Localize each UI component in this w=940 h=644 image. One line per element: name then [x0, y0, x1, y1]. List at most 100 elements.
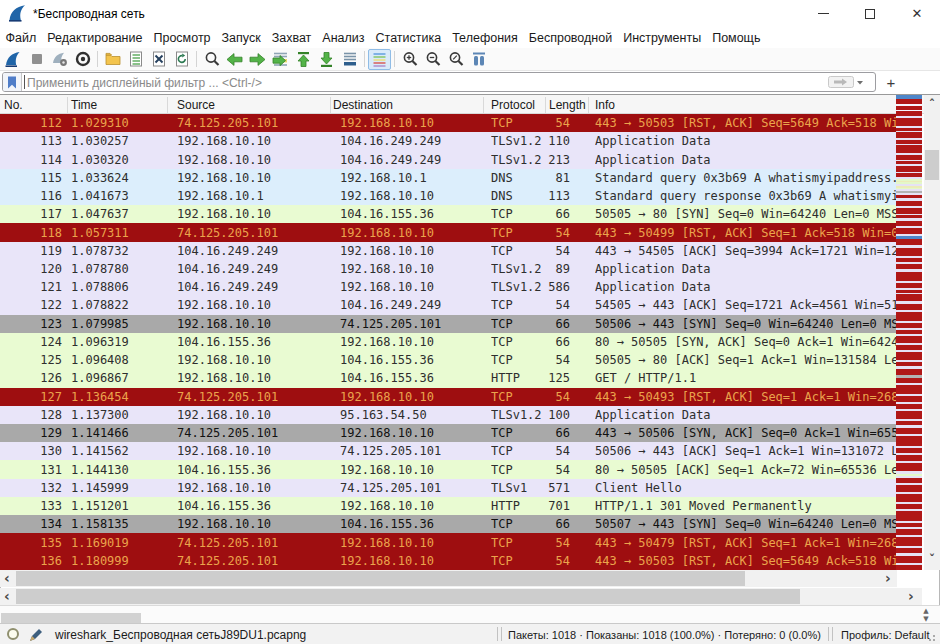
scroll-up-icon[interactable]: ˆ — [924, 98, 940, 112]
resize-columns-icon[interactable] — [467, 49, 490, 70]
zoom-reset-icon[interactable] — [444, 49, 467, 70]
packet-time: 1.151201 — [71, 499, 129, 513]
column-divider[interactable] — [588, 97, 589, 113]
packet-row[interactable]: 1161.041673192.168.10.1192.168.10.10DNS1… — [0, 187, 896, 205]
close-file-icon[interactable] — [147, 49, 170, 70]
column-divider[interactable] — [167, 97, 168, 113]
packet-row[interactable]: 1211.078806104.16.249.249192.168.10.10TL… — [0, 278, 896, 296]
filter-bookmark-button[interactable] — [3, 73, 22, 91]
stop-capture-icon[interactable] — [25, 49, 48, 70]
packet-row[interactable]: 1351.16901974.125.205.101192.168.10.10TC… — [0, 533, 896, 551]
packet-row[interactable]: 1331.151201104.16.155.36192.168.10.10HTT… — [0, 497, 896, 515]
menu-wireless[interactable]: Беспроводной — [523, 29, 617, 47]
detail-pane-hscrollbar[interactable]: ‹ › — [0, 588, 922, 605]
vertical-scrollbar[interactable]: ˆ ˇ — [924, 95, 940, 570]
tiny-scroll-arrows[interactable]: ▲▼ — [919, 607, 933, 623]
menu-file[interactable]: Файл — [0, 29, 42, 47]
packet-row[interactable]: 1191.078732104.16.249.249192.168.10.10TC… — [0, 242, 896, 260]
packet-row[interactable]: 1251.096408192.168.10.10104.16.155.36TCP… — [0, 351, 896, 369]
find-packet-icon[interactable] — [200, 49, 223, 70]
menu-analyze[interactable]: Анализ — [317, 29, 370, 47]
packet-proto: HTTP — [491, 371, 520, 385]
scroll-down-icon[interactable]: ˇ — [924, 553, 940, 567]
capture-comment-icon[interactable] — [29, 628, 43, 642]
scroll-right-icon[interactable]: › — [881, 571, 895, 586]
packet-row[interactable]: 1341.158135192.168.10.10104.16.155.36TCP… — [0, 515, 896, 533]
column-header-no[interactable]: No. — [4, 98, 23, 112]
capture-filters-icon[interactable] — [71, 49, 94, 70]
save-file-icon[interactable] — [124, 49, 147, 70]
column-header-source[interactable]: Source — [177, 98, 215, 112]
go-forward-icon[interactable] — [246, 49, 269, 70]
packet-row[interactable]: 1261.096867192.168.10.10104.16.155.36HTT… — [0, 369, 896, 387]
scroll-right-icon[interactable]: › — [904, 589, 918, 604]
column-divider[interactable] — [483, 97, 484, 113]
column-divider[interactable] — [67, 97, 68, 113]
menu-view[interactable]: Просмотр — [148, 29, 216, 47]
apply-filter-button[interactable] — [828, 75, 872, 89]
scroll-left-icon[interactable]: ‹ — [0, 589, 14, 604]
column-header-info[interactable]: Info — [595, 98, 615, 112]
go-first-icon[interactable] — [292, 49, 315, 70]
close-button[interactable]: ✕ — [894, 0, 940, 27]
packet-row[interactable]: 1301.141562192.168.10.1074.125.205.101TC… — [0, 442, 896, 460]
bytes-scrollbar-thumb[interactable] — [1, 613, 141, 623]
packet-row[interactable]: 1271.13645474.125.205.101192.168.10.10TC… — [0, 388, 896, 406]
packet-row[interactable]: 1171.047637192.168.10.10104.16.155.36TCP… — [0, 205, 896, 223]
capture-options-icon[interactable] — [48, 49, 71, 70]
packet-row[interactable]: 1361.18099974.125.205.101192.168.10.10TC… — [0, 552, 896, 570]
maximize-button[interactable] — [847, 0, 893, 27]
packet-proto: TCP — [491, 353, 513, 367]
packet-row[interactable]: 1151.033624192.168.10.10192.168.10.1DNS8… — [0, 169, 896, 187]
capture-filename[interactable]: wireshark_Беспроводная сетьJ89DU1.pcapng — [55, 628, 306, 642]
menu-capture[interactable]: Захват — [266, 29, 317, 47]
add-filter-button[interactable]: + — [882, 72, 900, 92]
packet-row[interactable]: 1141.030320192.168.10.10104.16.249.249TL… — [0, 150, 896, 168]
hscrollbar-thumb[interactable] — [16, 589, 800, 604]
go-to-packet-icon[interactable] — [269, 49, 292, 70]
resize-grip[interactable] — [928, 632, 938, 642]
menu-telephony[interactable]: Телефония — [447, 29, 524, 47]
packet-row[interactable]: 1321.145999192.168.10.1074.125.205.101TL… — [0, 479, 896, 497]
hscrollbar-thumb[interactable] — [16, 571, 745, 586]
auto-scroll-icon[interactable] — [338, 49, 361, 70]
bytes-pane-scrollbar[interactable]: ▲▼ — [0, 605, 940, 623]
packet-row[interactable]: 1241.096319104.16.155.36192.168.10.10TCP… — [0, 333, 896, 351]
column-header-length[interactable]: Length — [549, 98, 586, 112]
packet-minimap[interactable] — [896, 95, 922, 570]
packet-row[interactable]: 1181.05731174.125.205.101192.168.10.10TC… — [0, 223, 896, 241]
open-file-icon[interactable] — [101, 49, 124, 70]
menu-go[interactable]: Запуск — [216, 29, 266, 47]
go-back-icon[interactable] — [223, 49, 246, 70]
packet-row[interactable]: 1221.078822192.168.10.10104.16.249.249TC… — [0, 296, 896, 314]
column-divider[interactable] — [545, 97, 546, 113]
scroll-left-icon[interactable]: ‹ — [0, 571, 14, 586]
start-capture-icon[interactable] — [2, 49, 25, 70]
zoom-in-icon[interactable] — [398, 49, 421, 70]
menu-tools[interactable]: Инструменты — [618, 29, 707, 47]
menu-help[interactable]: Помощь — [707, 29, 766, 47]
menu-statistics[interactable]: Статистика — [370, 29, 447, 47]
packet-row[interactable]: 1291.14146674.125.205.101192.168.10.10TC… — [0, 424, 896, 442]
expert-info-icon[interactable] — [7, 628, 19, 640]
reload-file-icon[interactable] — [170, 49, 193, 70]
colorize-icon[interactable] — [368, 49, 391, 70]
column-header-time[interactable]: Time — [71, 98, 97, 112]
column-header-protocol[interactable]: Protocol — [491, 98, 535, 112]
minimize-button[interactable] — [800, 0, 846, 27]
go-last-icon[interactable] — [315, 49, 338, 70]
display-filter-input[interactable]: Применить дисплейный фильтр ... <Ctrl-/> — [2, 72, 876, 92]
vertical-scrollbar-thumb[interactable] — [925, 150, 939, 180]
packet-row[interactable]: 1281.137300192.168.10.1095.163.54.50TLSv… — [0, 406, 896, 424]
packet-row[interactable]: 1131.030257192.168.10.10104.16.249.249TL… — [0, 132, 896, 150]
packet-row[interactable]: 1231.079985192.168.10.1074.125.205.101TC… — [0, 315, 896, 333]
packet-row[interactable]: 1121.02931074.125.205.101192.168.10.10TC… — [0, 114, 896, 132]
packet-row[interactable]: 1311.144130104.16.155.36192.168.10.10TCP… — [0, 460, 896, 478]
column-divider[interactable] — [330, 97, 331, 113]
menu-edit[interactable]: Редактирование — [42, 29, 148, 47]
packet-list-hscrollbar[interactable]: ‹ › — [0, 570, 897, 587]
zoom-out-icon[interactable] — [421, 49, 444, 70]
profile-label[interactable]: Профиль: Default — [841, 629, 929, 641]
packet-row[interactable]: 1201.078780104.16.249.249192.168.10.10TL… — [0, 260, 896, 278]
column-header-destination[interactable]: Destination — [333, 98, 393, 112]
